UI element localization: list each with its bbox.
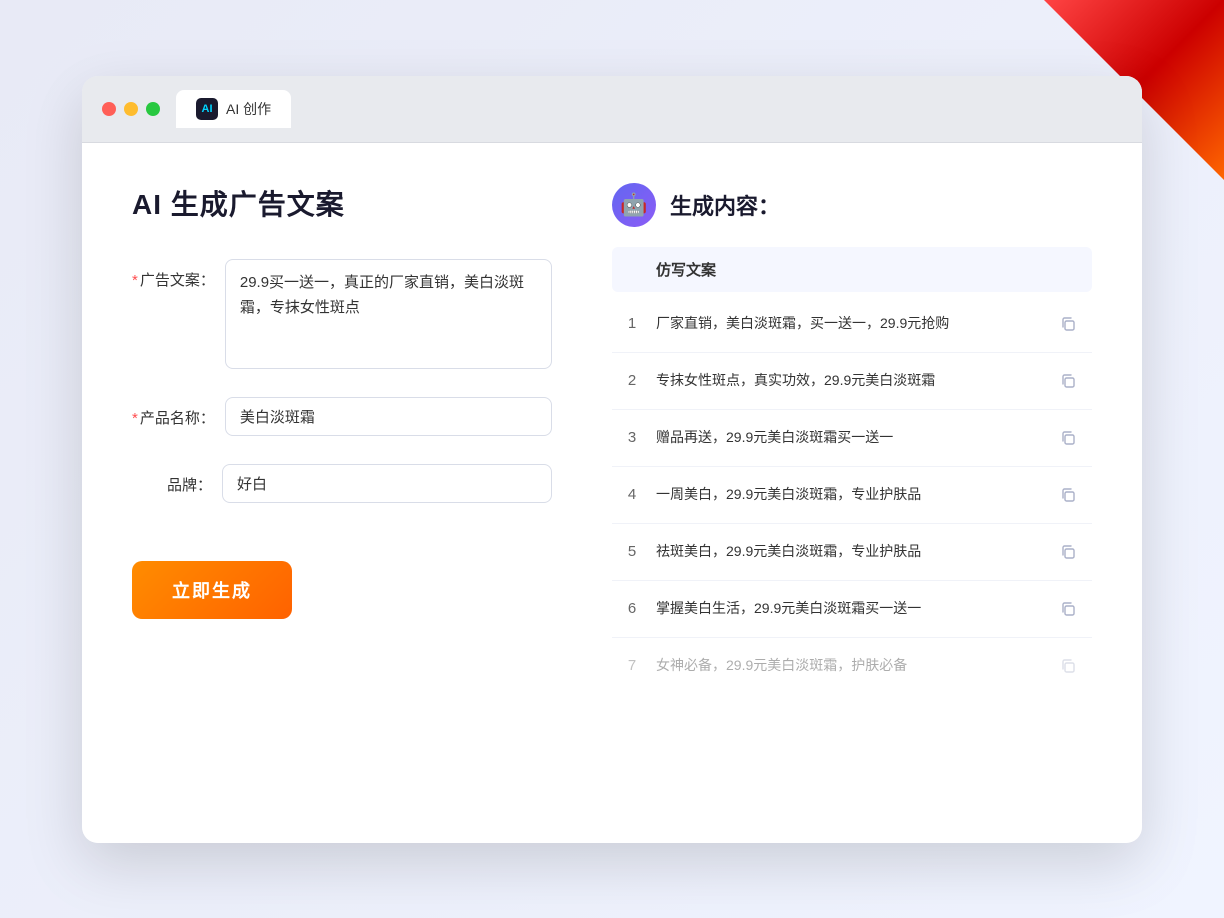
brand-label: 品牌： — [132, 464, 212, 495]
bot-icon: 🤖 — [612, 183, 656, 227]
required-star-2: * — [132, 410, 138, 427]
row-text: 厂家直销，美白淡斑霜，买一送一，29.9元抢购 — [656, 313, 1040, 334]
tab-ai-creation[interactable]: AI AI 创作 — [176, 90, 291, 128]
ad-copy-textarea[interactable] — [225, 259, 552, 369]
product-name-label: *产品名称： — [132, 397, 215, 428]
copy-button[interactable] — [1054, 481, 1082, 509]
result-row: 1 厂家直销，美白淡斑霜，买一送一，29.9元抢购 — [612, 296, 1092, 353]
title-bar: AI AI 创作 — [82, 76, 1142, 143]
row-text: 女神必备，29.9元美白淡斑霜，护肤必备 — [656, 655, 1040, 676]
row-number: 3 — [622, 429, 642, 446]
table-header: 仿写文案 — [612, 247, 1092, 292]
ad-copy-label: *广告文案： — [132, 259, 215, 290]
tab-title-label: AI 创作 — [226, 99, 271, 119]
results-table-container: 仿写文案 1 厂家直销，美白淡斑霜，买一送一，29.9元抢购 2 专抹女性斑点，… — [612, 247, 1092, 694]
copy-button[interactable] — [1054, 595, 1082, 623]
row-text: 专抹女性斑点，真实功效，29.9元美白淡斑霜 — [656, 370, 1040, 391]
results-list: 1 厂家直销，美白淡斑霜，买一送一，29.9元抢购 2 专抹女性斑点，真实功效，… — [612, 296, 1092, 694]
brand-input[interactable] — [222, 464, 552, 503]
generate-button[interactable]: 立即生成 — [132, 561, 292, 619]
product-name-input[interactable] — [225, 397, 552, 436]
result-row: 4 一周美白，29.9元美白淡斑霜，专业护肤品 — [612, 467, 1092, 524]
product-name-row: *产品名称： — [132, 397, 552, 436]
row-text: 赠品再送，29.9元美白淡斑霜买一送一 — [656, 427, 1040, 448]
row-number: 4 — [622, 486, 642, 503]
row-text: 一周美白，29.9元美白淡斑霜，专业护肤品 — [656, 484, 1040, 505]
window-controls — [102, 102, 160, 116]
results-header: 🤖 生成内容： — [612, 183, 1092, 227]
result-row: 5 祛斑美白，29.9元美白淡斑霜，专业护肤品 — [612, 524, 1092, 581]
copy-button[interactable] — [1054, 424, 1082, 452]
left-panel: AI 生成广告文案 *广告文案： *产品名称： 品牌： 立即生成 — [132, 183, 552, 793]
content-area: AI 生成广告文案 *广告文案： *产品名称： 品牌： 立即生成 — [82, 143, 1142, 843]
row-number: 7 — [622, 657, 642, 674]
row-number: 2 — [622, 372, 642, 389]
maximize-button[interactable] — [146, 102, 160, 116]
close-button[interactable] — [102, 102, 116, 116]
page-title: AI 生成广告文案 — [132, 183, 552, 223]
results-title: 生成内容： — [670, 189, 780, 221]
result-row: 6 掌握美白生活，29.9元美白淡斑霜买一送一 — [612, 581, 1092, 638]
copy-button[interactable] — [1054, 367, 1082, 395]
result-row: 3 赠品再送，29.9元美白淡斑霜买一送一 — [612, 410, 1092, 467]
row-text: 祛斑美白，29.9元美白淡斑霜，专业护肤品 — [656, 541, 1040, 562]
required-star-1: * — [132, 272, 138, 289]
row-number: 6 — [622, 600, 642, 617]
row-number: 5 — [622, 543, 642, 560]
copy-button[interactable] — [1054, 652, 1082, 680]
ad-copy-row: *广告文案： — [132, 259, 552, 369]
result-row: 7 女神必备，29.9元美白淡斑霜，护肤必备 — [612, 638, 1092, 694]
right-panel: 🤖 生成内容： 仿写文案 1 厂家直销，美白淡斑霜，买一送一，29.9元抢购 2… — [612, 183, 1092, 793]
minimize-button[interactable] — [124, 102, 138, 116]
row-number: 1 — [622, 315, 642, 332]
brand-row: 品牌： — [132, 464, 552, 503]
copy-button[interactable] — [1054, 310, 1082, 338]
copy-button[interactable] — [1054, 538, 1082, 566]
browser-window: AI AI 创作 AI 生成广告文案 *广告文案： *产品名称： — [82, 76, 1142, 843]
result-row: 2 专抹女性斑点，真实功效，29.9元美白淡斑霜 — [612, 353, 1092, 410]
row-text: 掌握美白生活，29.9元美白淡斑霜买一送一 — [656, 598, 1040, 619]
tab-ai-icon: AI — [196, 98, 218, 120]
